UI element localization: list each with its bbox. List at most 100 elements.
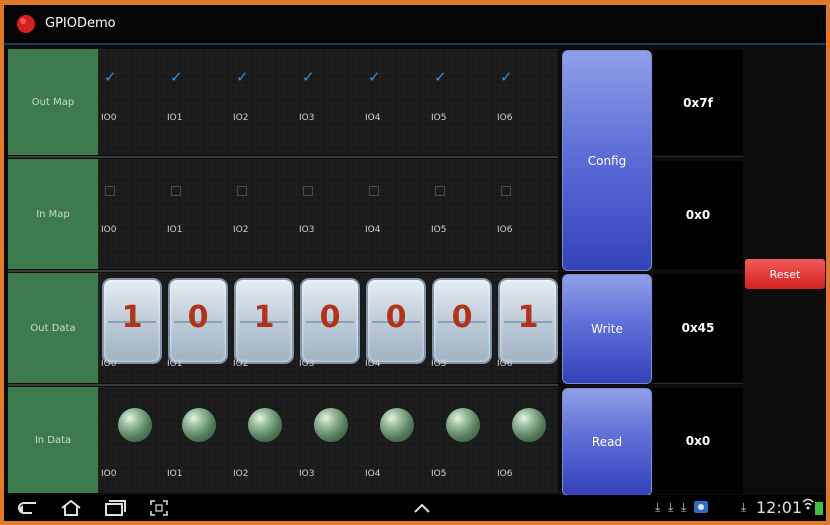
out-data-digit-io3[interactable]: 0 [300, 278, 360, 364]
io-label-io0: IO0 [101, 225, 117, 235]
io-label-io5: IO5 [431, 359, 447, 369]
in-map-value: 0x0 [653, 161, 743, 269]
in-map-checkbox-io1[interactable] [171, 186, 181, 196]
row-label-in-map: In Map [8, 159, 98, 269]
download-icon: ⤓ [741, 500, 747, 514]
out-data-digit-io6[interactable]: 1 [498, 278, 558, 364]
row-divider [8, 270, 558, 272]
in-data-indicator-io2 [248, 408, 282, 442]
io-label-io3: IO3 [299, 469, 315, 479]
battery-icon [815, 501, 823, 518]
system-nav-bar: ⤓ ⤓ ⤓ ⤓ 12:01 [4, 495, 826, 521]
digit-value: 1 [253, 300, 275, 335]
row-label-in-data: In Data [8, 387, 98, 493]
digit-value: 0 [385, 300, 407, 335]
in-map-checkbox-io0[interactable] [105, 186, 115, 196]
check-icon: ✓ [104, 68, 117, 86]
recent-apps-icon[interactable] [100, 495, 130, 521]
out-data-digit-io0[interactable]: 1 [102, 278, 162, 364]
value-divider [653, 383, 743, 384]
io-label-io2: IO2 [233, 469, 249, 479]
check-icon: ✓ [236, 68, 249, 86]
digit-value: 1 [517, 300, 539, 335]
check-icon: ✓ [170, 68, 183, 86]
io-label-io1: IO1 [167, 113, 183, 123]
value-divider [653, 156, 743, 157]
app-title: GPIODemo [45, 16, 116, 31]
io-label-io0: IO0 [101, 113, 117, 123]
config-button[interactable]: Config [562, 50, 652, 271]
in-data-indicator-io3 [314, 408, 348, 442]
back-icon[interactable] [12, 495, 42, 521]
io-label-io3: IO3 [299, 225, 315, 235]
screen: GPIODemo Out Map In Map Out Data In Data… [4, 5, 826, 521]
io-label-io0: IO0 [101, 469, 117, 479]
io-label-io6: IO6 [497, 469, 513, 479]
check-icon: ✓ [434, 68, 447, 86]
chevron-up-icon[interactable] [407, 495, 437, 521]
out-map-checkbox-io0[interactable]: ✓ [104, 70, 117, 85]
out-data-digit-io1[interactable]: 0 [168, 278, 228, 364]
io-label-io4: IO4 [365, 469, 381, 479]
io-label-io5: IO5 [431, 469, 447, 479]
io-label-io2: IO2 [233, 225, 249, 235]
io-label-io2: IO2 [233, 113, 249, 123]
action-bar: GPIODemo [4, 5, 826, 45]
in-data-indicator-io1 [182, 408, 216, 442]
io-label-io1: IO1 [167, 359, 183, 369]
out-map-checkbox-io4[interactable]: ✓ [368, 70, 381, 85]
digit-value: 0 [187, 300, 209, 335]
io-label-io1: IO1 [167, 225, 183, 235]
check-icon: ✓ [302, 68, 315, 86]
out-map-value: 0x7f [653, 50, 743, 155]
row-label-out-data: Out Data [8, 273, 98, 383]
in-data-indicator-io4 [380, 408, 414, 442]
check-icon: ✓ [500, 68, 513, 86]
in-data-value: 0x0 [653, 388, 743, 494]
out-map-checkbox-io3[interactable]: ✓ [302, 70, 315, 85]
in-data-indicator-io0 [118, 408, 152, 442]
io-label-io0: IO0 [101, 359, 117, 369]
out-data-digit-io5[interactable]: 0 [432, 278, 492, 364]
in-map-checkbox-io2[interactable] [237, 186, 247, 196]
io-label-io6: IO6 [497, 225, 513, 235]
io-label-io6: IO6 [497, 359, 513, 369]
io-label-io3: IO3 [299, 359, 315, 369]
in-map-checkbox-io6[interactable] [501, 186, 511, 196]
home-icon[interactable] [56, 495, 86, 521]
io-label-io5: IO5 [431, 225, 447, 235]
out-map-checkbox-io5[interactable]: ✓ [434, 70, 447, 85]
io-label-io5: IO5 [431, 113, 447, 123]
screenshot-icon[interactable] [144, 495, 174, 521]
in-map-checkbox-io3[interactable] [303, 186, 313, 196]
download-icon: ⤓ [668, 500, 674, 514]
in-map-checkbox-io5[interactable] [435, 186, 445, 196]
digit-value: 1 [121, 300, 143, 335]
out-map-checkbox-io1[interactable]: ✓ [170, 70, 183, 85]
io-label-io4: IO4 [365, 225, 381, 235]
out-map-checkbox-io2[interactable]: ✓ [236, 70, 249, 85]
reset-button[interactable]: Reset [745, 259, 825, 289]
download-icon: ⤓ [655, 500, 661, 514]
io-label-io2: IO2 [233, 359, 249, 369]
digit-value: 0 [319, 300, 341, 335]
io-label-io1: IO1 [167, 469, 183, 479]
out-map-checkbox-io6[interactable]: ✓ [500, 70, 513, 85]
check-icon: ✓ [368, 68, 381, 86]
out-data-digit-io2[interactable]: 1 [234, 278, 294, 364]
in-map-checkbox-io4[interactable] [369, 186, 379, 196]
out-data-value: 0x45 [653, 274, 743, 382]
row-label-out-map: Out Map [8, 49, 98, 155]
status-time: 12:01 [756, 498, 803, 517]
row-divider [8, 156, 558, 158]
io-label-io3: IO3 [299, 113, 315, 123]
out-data-digit-io4[interactable]: 0 [366, 278, 426, 364]
in-map-panel [98, 159, 558, 269]
wifi-icon [802, 498, 814, 515]
io-label-io4: IO4 [365, 359, 381, 369]
in-data-indicator-io5 [446, 408, 480, 442]
io-label-io6: IO6 [497, 113, 513, 123]
write-button[interactable]: Write [562, 274, 652, 384]
digit-value: 0 [451, 300, 473, 335]
read-button[interactable]: Read [562, 388, 652, 496]
